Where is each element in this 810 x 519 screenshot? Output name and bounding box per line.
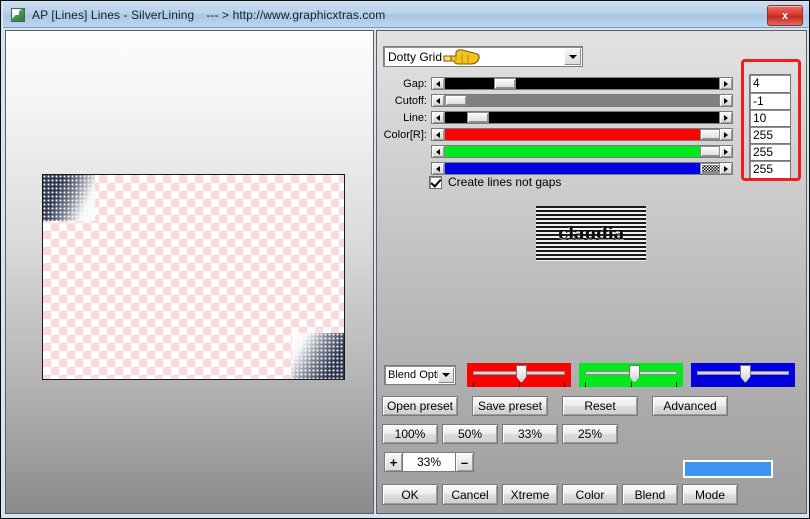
window-title-url: --- > http://www.graphicxtras.com <box>206 7 386 22</box>
image-preview[interactable] <box>42 174 345 380</box>
trackbar-blend-blue-thumb[interactable] <box>739 365 751 383</box>
slider-color-r-right-arrow[interactable] <box>719 129 732 140</box>
dotty-grid-effect-top-left <box>43 175 95 221</box>
slider-cutoff[interactable] <box>431 94 733 107</box>
slider-color-g-track[interactable] <box>445 146 719 157</box>
slider-gap-track[interactable] <box>445 78 719 89</box>
slider-color-b-left-arrow[interactable] <box>432 163 445 174</box>
slider-color-g-right-arrow[interactable] <box>719 146 732 157</box>
slider-cutoff-right-arrow[interactable] <box>719 95 732 106</box>
slider-cutoff-track[interactable] <box>445 95 719 106</box>
slider-line-right-arrow[interactable] <box>719 112 732 123</box>
slider-color-b-right-arrow[interactable] <box>719 163 732 174</box>
dotty-grid-effect-bottom-right <box>292 333 344 379</box>
app-window: AP [Lines] Lines - SilverLining --- > ht… <box>0 0 810 519</box>
zoom-33-button[interactable]: 33% <box>502 424 558 444</box>
slider-label-cutoff: Cutoff: <box>394 95 427 107</box>
trackbar-blend-green-thumb[interactable] <box>628 365 640 383</box>
close-icon: x <box>781 9 789 22</box>
slider-color-r-thumb[interactable] <box>699 129 719 140</box>
save-preset-label: Save preset <box>477 399 543 413</box>
preview-panel <box>5 30 374 514</box>
slider-color-r-track[interactable] <box>445 129 719 140</box>
cancel-button[interactable]: Cancel <box>442 484 498 505</box>
save-preset-button[interactable]: Save preset <box>472 396 548 416</box>
xtreme-label: Xtreme <box>510 487 550 502</box>
trackbar-blend-blue[interactable] <box>691 363 795 387</box>
slider-color-r[interactable] <box>431 128 733 141</box>
value-gap[interactable]: 4 <box>749 74 791 93</box>
advanced-button[interactable]: Advanced <box>652 396 728 416</box>
slider-color-g-thumb[interactable] <box>699 146 719 157</box>
create-lines-not-gaps-label: Create lines not gaps <box>448 175 562 189</box>
slider-line[interactable] <box>431 111 733 124</box>
color-label: Color <box>575 487 605 502</box>
open-preset-button[interactable]: Open preset <box>382 396 458 416</box>
advanced-label: Advanced <box>663 399 717 413</box>
zoom-25-label: 25% <box>577 427 603 441</box>
create-lines-not-gaps-checkbox[interactable]: Create lines not gaps <box>429 175 561 189</box>
slider-line-thumb[interactable] <box>466 112 489 123</box>
logo-preview-text: claudia <box>557 224 625 244</box>
zoom-50-label: 50% <box>457 427 483 441</box>
blend-button[interactable]: Blend <box>622 484 678 505</box>
value-color-b[interactable]: 255 <box>749 160 791 179</box>
trackbar-blend-red-thumb[interactable] <box>515 365 527 383</box>
xtreme-button[interactable]: Xtreme <box>502 484 558 505</box>
ok-button[interactable]: OK <box>382 484 438 505</box>
slider-gap-left-arrow[interactable] <box>432 78 445 89</box>
slider-cutoff-left-arrow[interactable] <box>432 95 445 106</box>
zoom-25-button[interactable]: 25% <box>562 424 618 444</box>
slider-label-color-r: Color[R]: <box>383 129 427 141</box>
blend-label: Blend <box>634 487 666 502</box>
color-button[interactable]: Color <box>562 484 618 505</box>
slider-color-g-left-arrow[interactable] <box>432 146 445 157</box>
slider-color-b-thumb[interactable] <box>699 163 719 174</box>
trackbar-blend-red[interactable] <box>467 363 571 387</box>
chevron-down-icon[interactable] <box>564 48 581 65</box>
slider-cutoff-thumb[interactable] <box>445 95 467 106</box>
ok-label: OK <box>401 487 419 502</box>
app-icon <box>11 7 25 22</box>
slider-color-g[interactable] <box>431 145 733 158</box>
mode-button[interactable]: Mode <box>682 484 738 505</box>
zoom-100-label: 100% <box>394 427 426 441</box>
zoom-50-button[interactable]: 50% <box>442 424 498 444</box>
progress-swatch <box>683 460 773 478</box>
slider-gap-thumb[interactable] <box>494 78 517 89</box>
slider-line-left-arrow[interactable] <box>432 112 445 123</box>
zoom-33-label: 33% <box>517 427 543 441</box>
blend-options-value: Blend Opti <box>388 369 440 381</box>
open-preset-label: Open preset <box>386 399 454 413</box>
close-button[interactable]: x <box>767 5 803 26</box>
blend-options-combo[interactable]: Blend Opti <box>384 365 456 385</box>
mode-label: Mode <box>694 487 726 502</box>
reset-button[interactable]: Reset <box>562 396 638 416</box>
slider-line-track[interactable] <box>445 112 719 123</box>
zoom-stepper[interactable]: + 33% – <box>384 452 474 472</box>
slider-color-b[interactable] <box>431 162 733 175</box>
zoom-decrease-button[interactable]: – <box>455 452 474 472</box>
cancel-label: Cancel <box>451 487 489 502</box>
trackbar-blend-green[interactable] <box>579 363 683 387</box>
slider-gap[interactable] <box>431 77 733 90</box>
slider-color-b-track[interactable] <box>445 163 719 174</box>
effect-preset-value: Dotty Grid <box>388 49 443 64</box>
chevron-down-icon[interactable] <box>438 367 454 383</box>
zoom-increase-button[interactable]: + <box>384 452 403 472</box>
slider-label-line: Line: <box>403 112 427 124</box>
window-title: AP [Lines] Lines - SilverLining <box>32 7 195 22</box>
logo-preview: claudia <box>536 206 646 261</box>
checkmark-icon <box>429 175 442 189</box>
reset-label: Reset <box>584 399 616 413</box>
slider-label-gap: Gap: <box>403 78 427 90</box>
slider-gap-right-arrow[interactable] <box>719 78 732 89</box>
zoom-value-input[interactable]: 33% <box>403 452 455 472</box>
slider-color-r-left-arrow[interactable] <box>432 129 445 140</box>
effect-preset-combo[interactable]: Dotty Grid <box>383 46 583 67</box>
titlebar: AP [Lines] Lines - SilverLining --- > ht… <box>3 2 809 28</box>
zoom-100-button[interactable]: 100% <box>382 424 438 444</box>
